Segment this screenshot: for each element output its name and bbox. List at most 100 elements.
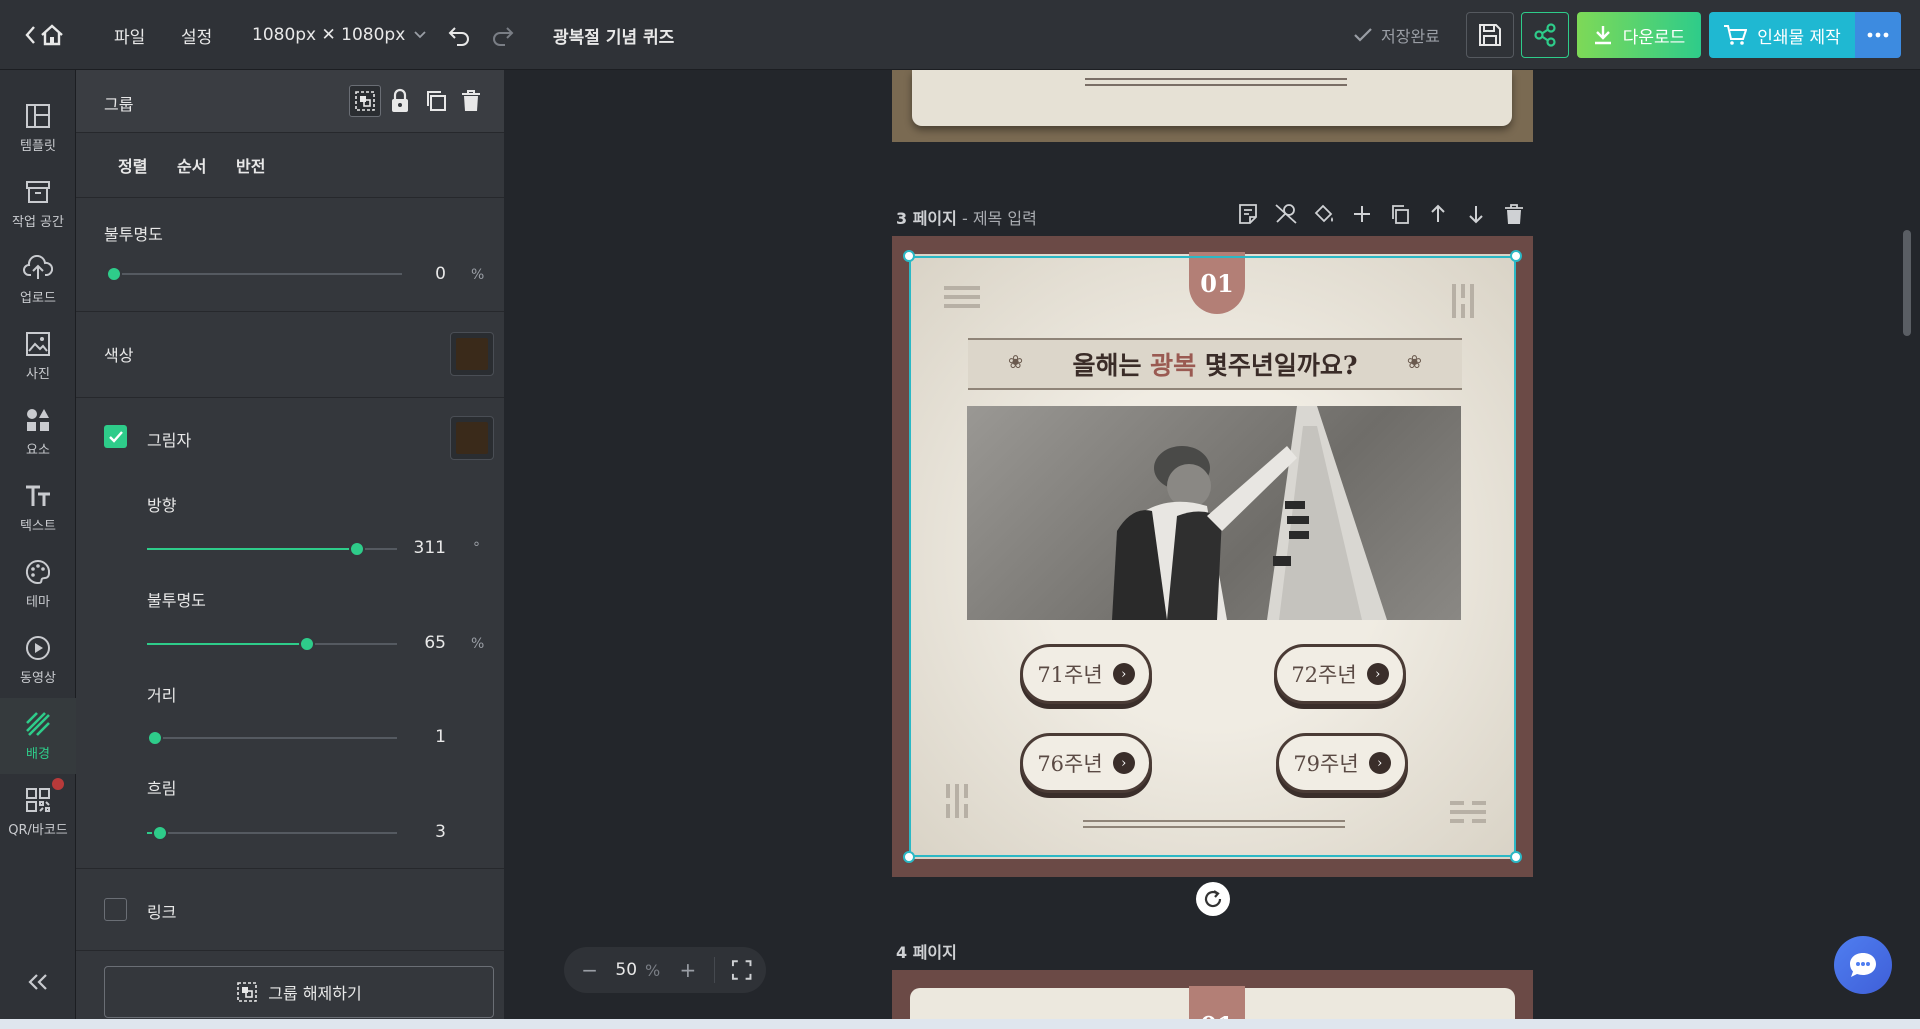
shadow-distance-slider[interactable] bbox=[146, 730, 397, 746]
document-title[interactable]: 광복절 기념 퀴즈 bbox=[553, 0, 674, 70]
shadow-color-fill bbox=[456, 422, 488, 454]
zoom-in-button[interactable]: + bbox=[676, 958, 699, 982]
print-order-button[interactable]: 인쇄물 제작 bbox=[1709, 12, 1855, 58]
more-options-button[interactable] bbox=[1855, 12, 1901, 58]
undo-icon bbox=[448, 27, 469, 46]
canvas-area: 3 페이지 - 제목 입력 01 ❀ ❀ 올해는 광복 몇주년일까요? 71주년… bbox=[504, 70, 1920, 1029]
rail-item-template[interactable]: 템플릿 bbox=[0, 90, 76, 166]
check-icon bbox=[108, 430, 123, 443]
collapse-panel-button[interactable] bbox=[26, 972, 50, 992]
shadow-blur-label: 흐림 bbox=[147, 779, 177, 798]
link-label: 링크 bbox=[147, 903, 177, 922]
opacity-label: 불투명도 bbox=[104, 225, 163, 244]
opacity-slider-handle[interactable] bbox=[106, 266, 122, 282]
shadow-blur-slider[interactable] bbox=[147, 825, 397, 841]
delete-page-icon[interactable] bbox=[1502, 202, 1526, 226]
lock-button[interactable] bbox=[388, 88, 412, 114]
resize-handle-bottom-right[interactable] bbox=[1510, 851, 1522, 863]
delete-button[interactable] bbox=[460, 89, 482, 113]
page-3-frame[interactable]: 01 ❀ ❀ 올해는 광복 몇주년일까요? 71주년 › 72주년 › 76주년… bbox=[892, 236, 1533, 877]
rail-item-upload[interactable]: 업로드 bbox=[0, 242, 76, 318]
redo-button[interactable] bbox=[491, 0, 515, 70]
text-icon bbox=[26, 485, 50, 506]
rail-item-elements[interactable]: 요소 bbox=[0, 394, 76, 470]
tab-align[interactable]: 정렬 bbox=[118, 153, 147, 177]
resize-handle-bottom-left[interactable] bbox=[903, 851, 915, 863]
opacity-slider[interactable] bbox=[106, 266, 402, 282]
fullscreen-icon[interactable] bbox=[731, 959, 752, 981]
back-home-button[interactable] bbox=[24, 0, 70, 70]
shadow-opacity-value[interactable]: 65 bbox=[406, 633, 446, 653]
vertical-scrollbar[interactable] bbox=[1903, 230, 1911, 336]
shadow-distance-value[interactable]: 1 bbox=[406, 727, 446, 747]
color-swatch[interactable] bbox=[450, 332, 494, 376]
rail-item-video[interactable]: 동영상 bbox=[0, 622, 76, 698]
shadow-opacity-unit: % bbox=[471, 636, 485, 652]
move-down-icon[interactable] bbox=[1464, 202, 1488, 226]
resize-handle-top-right[interactable] bbox=[1510, 250, 1522, 262]
move-up-icon[interactable] bbox=[1426, 202, 1450, 226]
resize-handle-top-left[interactable] bbox=[903, 250, 915, 262]
rotate-icon bbox=[1204, 890, 1222, 908]
rail-item-workspace[interactable]: 작업 공간 bbox=[0, 166, 76, 242]
shadow-color-swatch[interactable] bbox=[450, 416, 494, 460]
shadow-direction-handle[interactable] bbox=[349, 541, 365, 557]
rail-item-qr[interactable]: QR/바코드 bbox=[0, 774, 76, 850]
tab-flip[interactable]: 반전 bbox=[236, 153, 265, 177]
rail-item-photo[interactable]: 사진 bbox=[0, 318, 76, 394]
panel-title: 그룹 bbox=[104, 95, 134, 114]
link-checkbox[interactable] bbox=[104, 898, 127, 921]
selection-box[interactable] bbox=[909, 256, 1516, 857]
opacity-value[interactable]: 0 bbox=[406, 264, 446, 284]
upload-icon bbox=[23, 254, 53, 279]
ungroup-button[interactable]: 그룹 해제하기 bbox=[104, 966, 494, 1018]
zoom-unit: % bbox=[645, 960, 661, 980]
rotate-handle[interactable] bbox=[1196, 882, 1230, 916]
color-swatch-fill bbox=[456, 338, 488, 370]
share-button[interactable] bbox=[1521, 12, 1569, 58]
rail-item-text[interactable]: 텍스트 bbox=[0, 470, 76, 546]
notification-dot bbox=[52, 778, 64, 790]
page-4-label[interactable]: 4 페이지 bbox=[896, 939, 957, 963]
page-notes-icon[interactable] bbox=[1236, 202, 1260, 226]
shadow-opacity-slider[interactable] bbox=[147, 636, 397, 652]
shadow-blur-handle[interactable] bbox=[151, 825, 168, 841]
color-label: 색상 bbox=[104, 346, 134, 365]
more-dots-icon bbox=[1867, 32, 1889, 38]
duplicate-button[interactable] bbox=[424, 89, 448, 113]
rail-item-background[interactable]: 배경 bbox=[0, 698, 76, 774]
add-page-icon[interactable] bbox=[1350, 202, 1374, 226]
download-icon bbox=[1594, 26, 1611, 45]
magic-brush-icon[interactable] bbox=[1274, 202, 1298, 226]
shadow-direction-slider[interactable] bbox=[147, 541, 397, 557]
settings-menu[interactable]: 설정 bbox=[181, 0, 212, 70]
group-select-button[interactable] bbox=[349, 85, 381, 117]
check-icon bbox=[1354, 28, 1372, 42]
floppy-disk-icon bbox=[1479, 24, 1501, 46]
shadow-opacity-handle[interactable] bbox=[299, 636, 315, 652]
workspace-icon bbox=[26, 180, 50, 203]
chat-support-button[interactable] bbox=[1834, 936, 1892, 994]
shadow-distance-handle[interactable] bbox=[146, 730, 163, 746]
save-button[interactable] bbox=[1466, 12, 1514, 58]
tab-order[interactable]: 순서 bbox=[177, 153, 206, 177]
file-menu[interactable]: 파일 bbox=[114, 0, 145, 70]
shadow-blur-value[interactable]: 3 bbox=[406, 822, 446, 842]
zoom-out-button[interactable]: − bbox=[578, 958, 601, 982]
cart-icon bbox=[1724, 25, 1748, 45]
double-chevron-left-icon bbox=[28, 974, 47, 990]
shadow-checkbox[interactable] bbox=[104, 425, 127, 448]
page-3-label[interactable]: 3 페이지 - 제목 입력 bbox=[896, 205, 1037, 229]
rail-item-theme[interactable]: 테마 bbox=[0, 546, 76, 622]
canvas-size-dropdown[interactable]: 1080px ✕ 1080px bbox=[252, 0, 427, 70]
paint-bucket-icon[interactable] bbox=[1312, 202, 1336, 226]
duplicate-page-icon[interactable] bbox=[1388, 202, 1412, 226]
chat-bubble-icon bbox=[1850, 953, 1876, 977]
undo-button[interactable] bbox=[447, 0, 471, 70]
ungroup-icon bbox=[237, 982, 258, 1002]
download-button[interactable]: 다운로드 bbox=[1577, 12, 1701, 58]
shadow-direction-value[interactable]: 311 bbox=[406, 538, 446, 558]
lock-icon bbox=[392, 88, 408, 112]
size-label: 1080px ✕ 1080px bbox=[252, 25, 406, 45]
zoom-value[interactable]: 50 bbox=[615, 960, 637, 980]
